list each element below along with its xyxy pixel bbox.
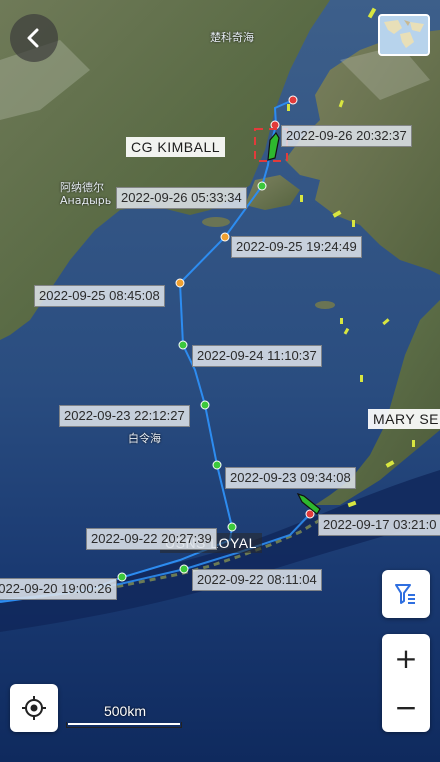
track-point	[175, 278, 185, 288]
track-point	[288, 95, 298, 105]
map-canvas[interactable]	[0, 0, 440, 762]
ship-label-cg-kimball[interactable]: CG KIMBALL	[126, 137, 226, 157]
scale-label: 500km	[103, 703, 147, 719]
scale-bar	[66, 722, 182, 728]
map-label-bering-sea: 白令海	[128, 432, 161, 445]
map-label-anadyr-ru: Анадырь	[60, 194, 112, 207]
track-timestamp-label: 2022-09-26 20:32:37	[281, 125, 412, 147]
track-timestamp-label: 2022-09-25 19:24:49	[231, 236, 362, 258]
locate-button[interactable]	[10, 684, 58, 732]
map-label-chukchi-sea: 楚科奇海	[210, 31, 254, 44]
track-timestamp-label: 2022-09-20 19:00:26	[0, 578, 117, 600]
track-timestamp-label: 2022-09-23 22:12:27	[59, 405, 190, 427]
zoom-control: + −	[382, 634, 430, 732]
back-arrow-icon	[27, 28, 39, 48]
st-lawrence-island	[202, 217, 230, 227]
world-map-icon	[380, 16, 428, 54]
track-timestamp-label: 2022-09-26 05:33:34	[116, 187, 247, 209]
track-timestamp-label: 2022-09-22 20:27:39	[86, 528, 217, 550]
track-point	[179, 564, 189, 574]
filter-icon	[395, 584, 415, 604]
track-timestamp-label: 2022-09-23 09:34:08	[225, 467, 356, 489]
track-timestamp-label: 2022-09-25 08:45:08	[34, 285, 165, 307]
track-point	[117, 572, 127, 582]
zoom-out-button[interactable]: −	[382, 683, 430, 732]
locate-icon	[22, 696, 46, 720]
track-point	[200, 400, 210, 410]
map-label-anadyr-cn: 阿纳德尔	[60, 181, 104, 194]
track-point	[178, 340, 188, 350]
track-point	[257, 181, 267, 191]
track-point	[270, 120, 280, 130]
map-scale: 500km	[66, 703, 184, 733]
ship-label-mary-se[interactable]: MARY SE	[368, 409, 440, 429]
track-point	[220, 232, 230, 242]
nunivak-island	[315, 301, 335, 309]
zoom-in-button[interactable]: +	[382, 634, 430, 683]
map-layer-toggle[interactable]	[378, 14, 430, 56]
track-timestamp-label: 2022-09-17 03:21:0	[318, 514, 440, 536]
back-button[interactable]	[10, 14, 58, 62]
track-timestamp-label: 2022-09-24 11:10:37	[192, 345, 322, 367]
filter-button[interactable]	[382, 570, 430, 618]
track-point	[212, 460, 222, 470]
track-timestamp-label: 2022-09-22 08:11:04	[192, 569, 322, 591]
track-point	[227, 522, 237, 532]
